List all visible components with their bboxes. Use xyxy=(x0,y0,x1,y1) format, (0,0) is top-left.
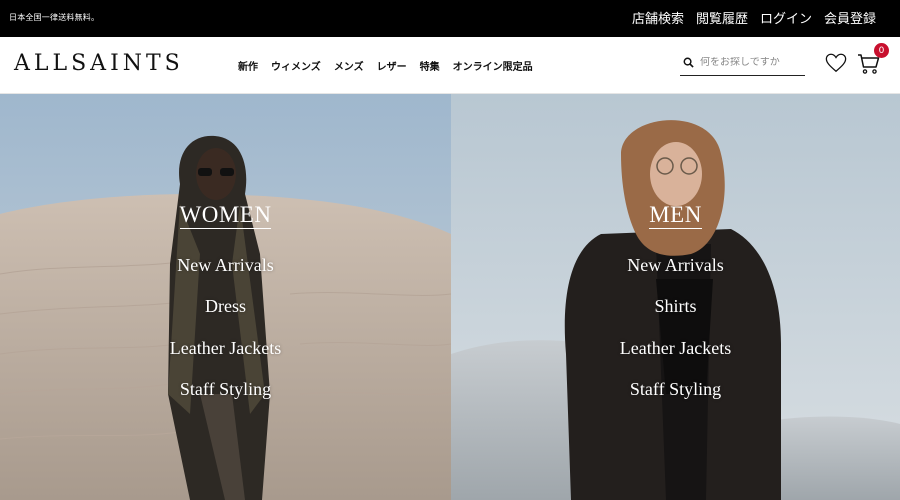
wishlist-heart-icon[interactable] xyxy=(825,52,847,74)
top-bar: 日本全国一律送料無料。 店舗検索 閲覧履歴 ログイン 会員登録 xyxy=(0,0,900,37)
main-nav: 新作 ウィメンズ メンズ レザー 特集 オンライン限定品 xyxy=(238,58,533,73)
store-locator-link[interactable]: 店舗検索 xyxy=(632,8,684,27)
women-new-arrivals-link[interactable]: New Arrivals xyxy=(0,255,451,276)
nav-leather[interactable]: レザー xyxy=(377,58,407,73)
nav-online-exclusive[interactable]: オンライン限定品 xyxy=(453,58,533,73)
login-link[interactable]: ログイン xyxy=(760,8,812,27)
men-hero-panel[interactable]: MEN New Arrivals Shirts Leather Jackets … xyxy=(451,94,900,500)
men-title[interactable]: MEN xyxy=(451,202,900,229)
women-title-text: WOMEN xyxy=(179,202,272,229)
nav-womens[interactable]: ウィメンズ xyxy=(271,58,321,73)
women-dress-link[interactable]: Dress xyxy=(0,296,451,317)
search-input[interactable] xyxy=(700,57,800,68)
nav-mens[interactable]: メンズ xyxy=(334,58,364,73)
recently-viewed-link[interactable]: 閲覧履歴 xyxy=(696,8,748,27)
men-staff-styling-link[interactable]: Staff Styling xyxy=(451,379,900,400)
men-leather-jackets-link[interactable]: Leather Jackets xyxy=(451,338,900,359)
search-icon[interactable] xyxy=(683,57,694,68)
cart-count-badge: 0 xyxy=(874,43,889,58)
men-shirts-link[interactable]: Shirts xyxy=(451,296,900,317)
men-title-text: MEN xyxy=(649,202,702,229)
utility-links: 店舗検索 閲覧履歴 ログイン 会員登録 xyxy=(632,8,876,27)
site-header: ALLSAINTS 新作 ウィメンズ メンズ レザー 特集 オンライン限定品 xyxy=(0,37,900,94)
women-hero-panel[interactable]: WOMEN New Arrivals Dress Leather Jackets… xyxy=(0,94,451,500)
shipping-promo: 日本全国一律送料無料。 xyxy=(9,13,100,22)
search-box xyxy=(680,50,805,76)
brand-logo[interactable]: ALLSAINTS xyxy=(14,51,184,76)
women-leather-jackets-link[interactable]: Leather Jackets xyxy=(0,338,451,359)
nav-new[interactable]: 新作 xyxy=(238,58,258,73)
women-title[interactable]: WOMEN xyxy=(0,202,451,229)
women-links: WOMEN New Arrivals Dress Leather Jackets… xyxy=(0,94,451,500)
men-links: MEN New Arrivals Shirts Leather Jackets … xyxy=(451,94,900,500)
register-link[interactable]: 会員登録 xyxy=(824,8,876,27)
men-new-arrivals-link[interactable]: New Arrivals xyxy=(451,255,900,276)
nav-features[interactable]: 特集 xyxy=(420,58,440,73)
women-staff-styling-link[interactable]: Staff Styling xyxy=(0,379,451,400)
